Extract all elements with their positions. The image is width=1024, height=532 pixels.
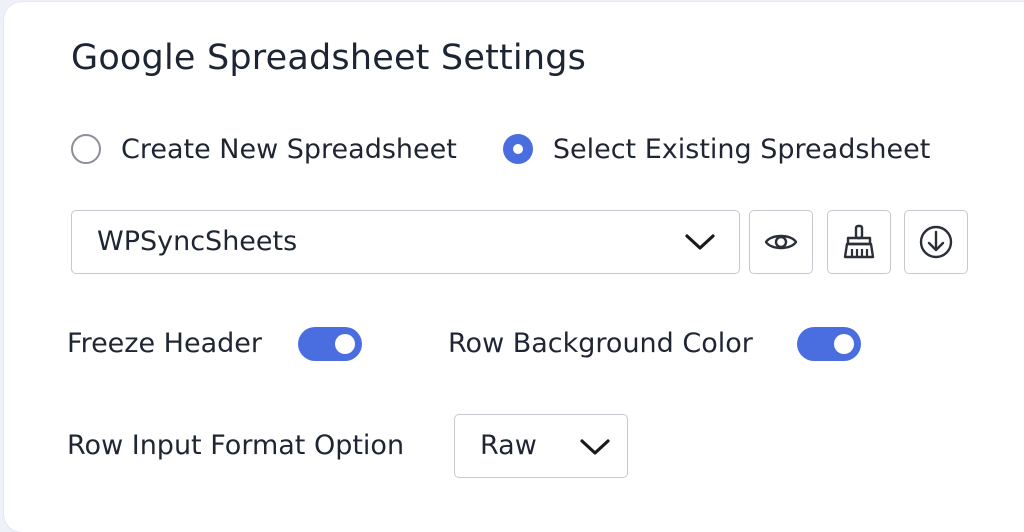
- spreadsheet-mode-radio-group: Create New Spreadsheet Select Existing S…: [71, 128, 976, 170]
- chevron-down-icon: [580, 439, 610, 455]
- page-title: Google Spreadsheet Settings: [71, 38, 587, 78]
- toggle-knob: [834, 334, 854, 354]
- toggle-knob: [335, 334, 355, 354]
- view-spreadsheet-button[interactable]: [749, 210, 813, 274]
- row-background-color-toggle[interactable]: [797, 327, 861, 361]
- spreadsheet-select[interactable]: WPSyncSheets: [71, 210, 740, 274]
- settings-card: Google Spreadsheet Settings Create New S…: [4, 2, 1024, 532]
- freeze-header-toggle[interactable]: [298, 327, 362, 361]
- chevron-down-icon: [685, 234, 715, 250]
- row-background-color-label: Row Background Color: [448, 328, 753, 359]
- broom-icon: [843, 224, 875, 259]
- row-input-format-select[interactable]: Raw: [454, 414, 628, 478]
- eye-icon: [764, 234, 798, 250]
- freeze-header-label: Freeze Header: [67, 328, 262, 359]
- row-input-format-value: Raw: [480, 430, 537, 461]
- radio-label-create-new: Create New Spreadsheet: [121, 133, 457, 165]
- radio-create-new-spreadsheet[interactable]: Create New Spreadsheet: [71, 134, 457, 165]
- radio-unchecked-icon[interactable]: [71, 134, 101, 164]
- clear-spreadsheet-button[interactable]: [827, 210, 891, 274]
- row-input-format-label: Row Input Format Option: [67, 430, 405, 461]
- download-spreadsheet-button[interactable]: [904, 210, 968, 274]
- radio-select-existing-spreadsheet[interactable]: Select Existing Spreadsheet: [502, 133, 931, 165]
- spreadsheet-select-value: WPSyncSheets: [97, 226, 298, 257]
- radio-checked-icon[interactable]: [502, 134, 533, 164]
- radio-label-select-existing: Select Existing Spreadsheet: [552, 133, 931, 165]
- download-icon: [919, 225, 953, 259]
